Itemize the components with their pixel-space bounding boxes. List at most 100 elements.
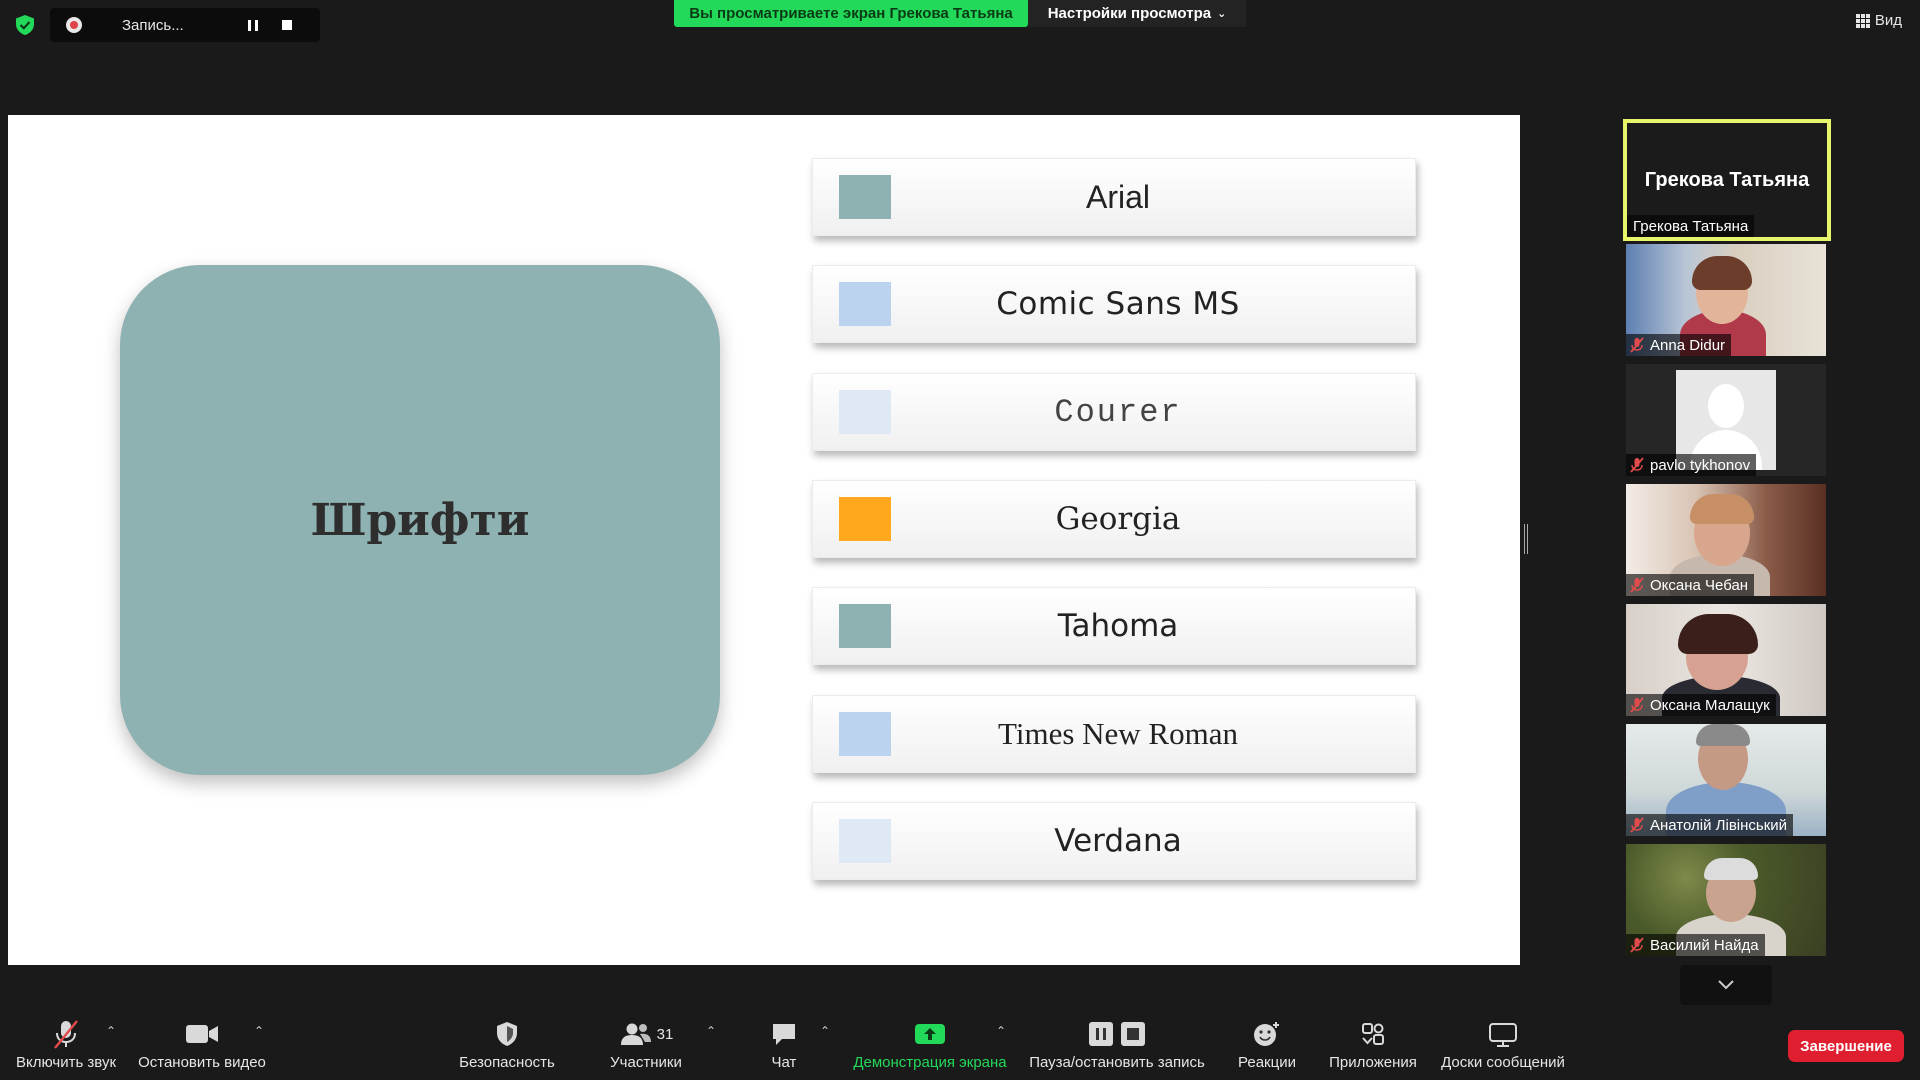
end-meeting-button[interactable]: Завершение xyxy=(1788,1030,1904,1062)
video-camera-icon xyxy=(186,1025,218,1043)
share-screen-label: Демонстрация экрана xyxy=(853,1054,1007,1071)
participant-tile[interactable]: Анатолій Лівінський xyxy=(1626,724,1826,836)
whiteboards-label: Доски сообщений xyxy=(1441,1054,1565,1071)
shared-screen-slide: Шрифти Arial Comic Sans MS Courer Georgi… xyxy=(8,115,1520,965)
chat-bubble-icon xyxy=(773,1024,795,1045)
view-layout-label: Вид xyxy=(1874,12,1902,29)
font-item: Courer xyxy=(812,373,1416,451)
participant-name: Оксана Малащук xyxy=(1650,696,1770,714)
emoji-reaction-icon xyxy=(1254,1022,1279,1046)
font-swatch xyxy=(839,282,891,326)
mic-muted-icon xyxy=(1630,817,1644,833)
participant-name: Анатолій Лівінський xyxy=(1650,816,1788,834)
recording-dot-icon xyxy=(66,17,82,33)
participant-name: Оксана Чебан xyxy=(1650,576,1749,594)
font-swatch xyxy=(839,819,891,863)
pause-icon xyxy=(248,19,258,31)
participants-icon xyxy=(620,1023,651,1045)
mic-muted-icon xyxy=(1630,937,1644,953)
font-item: Comic Sans MS xyxy=(812,265,1416,343)
active-speaker-name: Грекова Татьяна xyxy=(1644,169,1810,191)
security-shield-icon[interactable] xyxy=(14,14,36,36)
share-options-caret-icon[interactable]: ⌃ xyxy=(996,1024,1006,1038)
stop-recording-button[interactable] xyxy=(276,14,298,36)
font-swatch xyxy=(839,390,891,434)
screen-share-banner: Вы просматриваете экран Грекова Татьяна xyxy=(674,0,1028,27)
mic-muted-icon xyxy=(54,1020,78,1049)
participants-button[interactable]: 31 Участники xyxy=(600,1016,692,1076)
audio-options-caret-icon[interactable]: ⌃ xyxy=(106,1024,116,1038)
participant-tile[interactable]: Оксана Малащук xyxy=(1626,604,1826,716)
font-item-label: Verdana xyxy=(1054,823,1182,859)
participant-name-label: Василий Найда xyxy=(1626,934,1765,956)
chat-button[interactable]: Чат xyxy=(758,1016,810,1076)
mic-muted-icon xyxy=(1630,577,1644,593)
security-shield-icon xyxy=(497,1022,517,1046)
whiteboards-button[interactable]: Доски сообщений xyxy=(1438,1016,1568,1076)
participant-tile[interactable]: Василий Найда xyxy=(1626,844,1826,956)
participant-tile[interactable]: pavlo tykhonov xyxy=(1626,364,1826,476)
font-item: Arial xyxy=(812,158,1416,236)
font-item-label: Tahoma xyxy=(1057,608,1179,644)
participants-count: 31 xyxy=(656,1025,674,1043)
security-label: Безопасность xyxy=(459,1054,555,1071)
mic-muted-icon xyxy=(1630,337,1644,353)
font-item: Times New Roman xyxy=(812,695,1416,773)
reactions-button[interactable]: Реакции xyxy=(1232,1016,1302,1076)
participant-name-label: pavlo tykhonov xyxy=(1626,454,1757,476)
whiteboard-icon xyxy=(1489,1023,1517,1047)
participant-name-label: Анатолій Лівінський xyxy=(1626,814,1794,836)
apps-button[interactable]: Приложения xyxy=(1326,1016,1420,1076)
participant-name: Anna Didur xyxy=(1650,336,1726,354)
font-item: Georgia xyxy=(812,480,1416,558)
participant-tile[interactable]: Оксана Чебан xyxy=(1626,484,1826,596)
chevron-down-icon: ⌄ xyxy=(1217,8,1227,20)
participants-options-caret-icon[interactable]: ⌃ xyxy=(706,1024,716,1038)
participant-tile[interactable]: Anna Didur xyxy=(1626,244,1826,356)
share-screen-icon xyxy=(915,1024,945,1044)
recording-label: Запись... xyxy=(122,16,184,34)
font-swatch xyxy=(839,604,891,648)
recording-indicator: Запись... xyxy=(50,8,320,42)
chat-label: Чат xyxy=(771,1054,797,1071)
participants-label: Участники xyxy=(610,1054,682,1071)
view-options-dropdown[interactable]: Настройки просмотра ⌄ xyxy=(1028,0,1246,27)
mic-muted-icon xyxy=(1630,697,1644,713)
stop-video-button[interactable]: Остановить видео xyxy=(136,1016,268,1076)
font-item-label: Courer xyxy=(1054,393,1182,431)
participant-name: Василий Найда xyxy=(1650,936,1759,954)
font-item-label: Georgia xyxy=(1055,501,1181,537)
pause-stop-recording-button[interactable]: Пауза/остановить запись xyxy=(1026,1016,1208,1076)
chat-options-caret-icon[interactable]: ⌃ xyxy=(820,1024,830,1038)
view-options-label: Настройки просмотра xyxy=(1047,5,1212,22)
video-options-caret-icon[interactable]: ⌃ xyxy=(254,1024,264,1038)
grid-icon xyxy=(1855,13,1870,28)
font-swatch xyxy=(839,175,891,219)
font-swatch xyxy=(839,712,891,756)
scroll-participants-down-button[interactable] xyxy=(1680,965,1772,1005)
font-item: Verdana xyxy=(812,802,1416,880)
panel-resize-handle[interactable] xyxy=(1524,524,1528,554)
participant-name: pavlo tykhonov xyxy=(1650,456,1751,474)
font-item: Tahoma xyxy=(812,587,1416,665)
font-item-label: Arial xyxy=(1085,178,1150,215)
font-item-label: Times New Roman xyxy=(998,716,1238,751)
pause-stop-recording-label: Пауза/остановить запись xyxy=(1029,1054,1205,1071)
font-item-label: Comic Sans MS xyxy=(996,286,1240,322)
participant-name-label: Anna Didur xyxy=(1626,334,1732,356)
view-layout-button[interactable]: Вид xyxy=(1855,12,1902,29)
font-swatch xyxy=(839,497,891,541)
apps-icon xyxy=(1362,1023,1384,1045)
pause-stop-record-icon xyxy=(1089,1022,1145,1046)
chevron-down-icon xyxy=(1718,980,1734,990)
security-button[interactable]: Безопасность xyxy=(452,1016,562,1076)
participant-name-label: Оксана Малащук xyxy=(1626,694,1776,716)
share-screen-button[interactable]: Демонстрация экрана xyxy=(850,1016,1010,1076)
unmute-label: Включить звук xyxy=(15,1054,117,1071)
pause-recording-button[interactable] xyxy=(242,14,264,36)
reactions-label: Реакции xyxy=(1238,1054,1296,1071)
apps-label: Приложения xyxy=(1329,1054,1417,1071)
participant-name-label: Оксана Чебан xyxy=(1626,574,1755,596)
participant-tile-active-speaker[interactable]: Грекова Татьяна Грекова Татьяна xyxy=(1623,119,1831,241)
stop-video-label: Остановить видео xyxy=(138,1054,266,1071)
